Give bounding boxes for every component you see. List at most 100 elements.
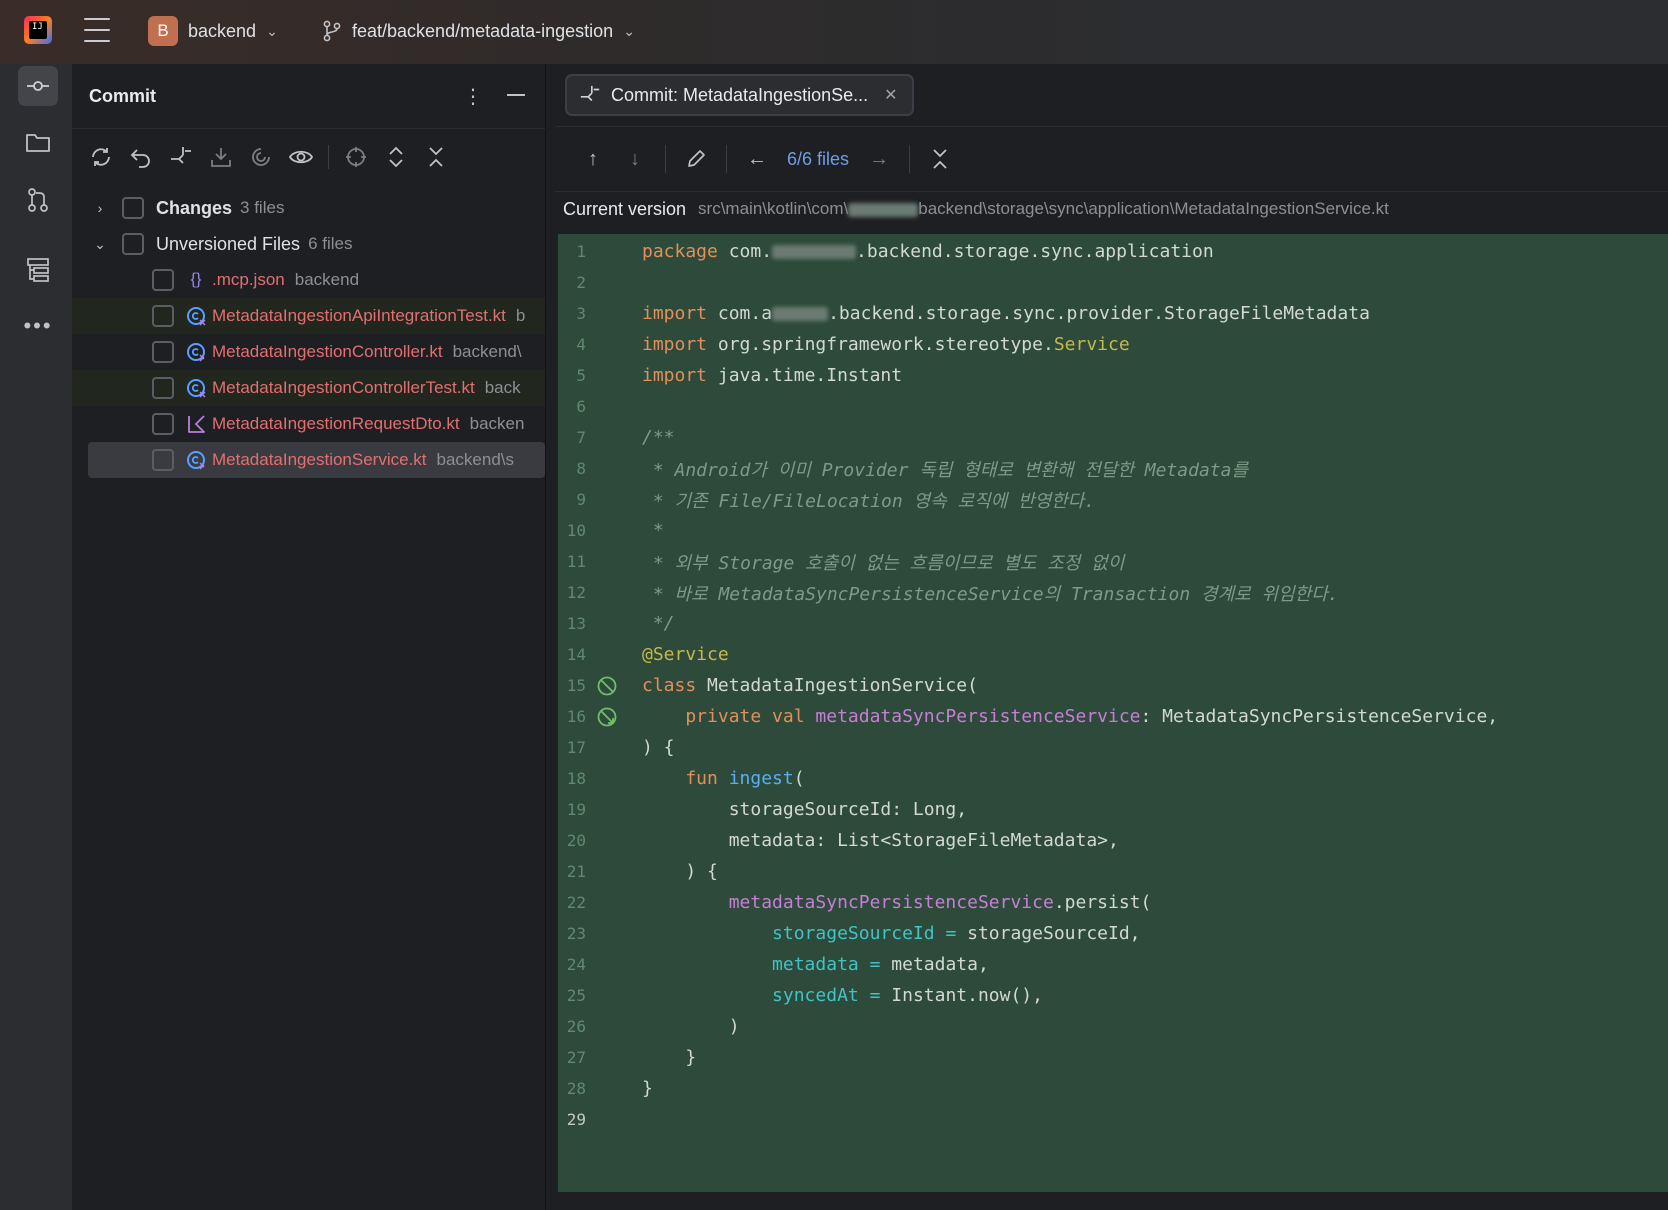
- branch-widget[interactable]: feat/backend/metadata-ingestion ⌄: [322, 20, 635, 42]
- group-label: Unversioned Files: [156, 233, 301, 254]
- options-menu-icon[interactable]: ⋮: [463, 84, 483, 109]
- previous-file-icon[interactable]: ←: [745, 147, 769, 171]
- file-checkbox[interactable]: [152, 269, 174, 291]
- git-branch-icon: [323, 20, 341, 42]
- chevron-down-icon: ⌄: [266, 22, 278, 39]
- file-checkbox[interactable]: [152, 341, 174, 363]
- toolbar-separator: [909, 145, 911, 173]
- more-icon[interactable]: •••: [18, 306, 58, 346]
- file-checkbox[interactable]: [152, 377, 174, 399]
- code-line: * 외부 Storage 호출이 없는 흐름이므로 별도 조정 없이: [642, 552, 1125, 574]
- minimize-icon[interactable]: [507, 94, 525, 96]
- file-name: .mcp.json: [212, 270, 285, 289]
- spring-bean-icon[interactable]: [596, 675, 618, 697]
- eye-icon[interactable]: [288, 144, 314, 170]
- commit-icon[interactable]: [18, 66, 58, 106]
- files-navigation[interactable]: 6/6 files: [787, 149, 849, 170]
- show-diff-icon[interactable]: [168, 144, 194, 170]
- code-line: * Android가 이미 Provider 독립 형태로 변환해 전달한 Me…: [642, 459, 1249, 481]
- branch-name: feat/backend/metadata-ingestion: [352, 20, 614, 41]
- main-menu-icon[interactable]: [84, 18, 110, 42]
- previous-difference-icon[interactable]: ↑: [581, 147, 605, 171]
- unversioned-group-checkbox[interactable]: [122, 233, 144, 255]
- group-count: 3 files: [240, 198, 285, 217]
- code-line: import org.springframework.stereotype.Se…: [642, 334, 1130, 355]
- toolbar-separator: [726, 145, 727, 173]
- locate-icon[interactable]: [343, 144, 369, 170]
- structure-icon[interactable]: [18, 250, 58, 290]
- file-name: MetadataIngestionControllerTest.kt: [212, 378, 475, 397]
- file-row[interactable]: MetadataIngestionController.kt backend\: [72, 334, 545, 370]
- file-row[interactable]: MetadataIngestionApiIntegrationTest.kt b: [72, 298, 545, 334]
- changes-group-checkbox[interactable]: [122, 197, 144, 219]
- version-path: src\main\kotlin\com\ backend\storage\sync…: [698, 199, 1389, 219]
- rollback-icon[interactable]: [128, 144, 154, 170]
- file-name: MetadataIngestionService.kt: [212, 450, 427, 469]
- commit-toolbar: [72, 128, 545, 184]
- tool-window-stripe: •••: [0, 64, 72, 1210]
- file-row[interactable]: MetadataIngestionControllerTest.kt back: [72, 370, 545, 406]
- file-checkbox[interactable]: [152, 413, 174, 435]
- file-path: backend: [294, 270, 360, 289]
- collapse-unchanged-icon[interactable]: [928, 147, 952, 171]
- file-path: b: [515, 306, 526, 325]
- file-row[interactable]: MetadataIngestionRequestDto.kt backen: [72, 406, 545, 442]
- edit-source-icon[interactable]: [684, 147, 708, 171]
- editor-tab-commit[interactable]: Commit: MetadataIngestionSe... ✕: [565, 74, 914, 116]
- redacted-text: [848, 202, 919, 217]
- title-bar: IJ B backend ⌄ feat/backend/metadata-ing…: [0, 0, 1668, 64]
- kotlin-class-icon: [186, 450, 206, 470]
- code-line: ) {: [642, 861, 718, 882]
- code-line: fun ingest(: [642, 768, 805, 789]
- line-number: 29: [558, 1104, 1668, 1135]
- file-checkbox[interactable]: [152, 305, 174, 327]
- line-number-text: 2: [576, 273, 586, 292]
- pull-requests-icon[interactable]: [18, 180, 58, 220]
- file-row[interactable]: {} .mcp.json backend: [72, 262, 545, 298]
- commit-panel-header: Commit ⋮: [72, 64, 545, 128]
- project-badge: B: [148, 16, 178, 46]
- close-icon[interactable]: ✕: [884, 85, 897, 105]
- file-row-selected[interactable]: MetadataIngestionService.kt backend\s: [88, 442, 545, 478]
- app-logo-text: IJ: [32, 22, 43, 32]
- collapse-all-icon[interactable]: [423, 144, 449, 170]
- changes-group[interactable]: › Changes 3 files: [72, 190, 545, 226]
- code-line: ): [642, 1016, 740, 1037]
- code-line: }: [642, 1047, 697, 1068]
- refresh-icon[interactable]: [88, 144, 114, 170]
- next-file-icon[interactable]: →: [867, 147, 891, 171]
- panel-title: Commit: [89, 85, 156, 106]
- expand-all-icon[interactable]: [383, 144, 409, 170]
- project-widget[interactable]: B backend ⌄: [148, 16, 278, 46]
- chevron-down-icon[interactable]: ⌄: [90, 236, 110, 253]
- version-bar: Current version src\main\kotlin\com\ back…: [555, 192, 1668, 226]
- kotlin-file-icon: [186, 414, 206, 434]
- code-line: class MetadataIngestionService(: [558, 670, 1668, 701]
- code-line: metadataSyncPersistenceService.persist(: [642, 892, 1152, 913]
- line-number-text: 29: [566, 1110, 586, 1129]
- file-checkbox[interactable]: [152, 449, 174, 471]
- toolbar-separator: [328, 144, 329, 169]
- group-count: 6 files: [308, 234, 353, 253]
- diff-icon: [580, 85, 600, 102]
- next-difference-icon[interactable]: ↓: [623, 147, 647, 171]
- version-path-tail: backend\storage\sync\application\Metadat…: [918, 199, 1389, 218]
- horizontal-scrollbar[interactable]: [558, 1192, 1668, 1210]
- shelve-icon[interactable]: [208, 144, 234, 170]
- kotlin-test-class-icon: [186, 306, 206, 326]
- app-logo-icon[interactable]: IJ: [24, 16, 52, 44]
- navigate-to-bean-icon[interactable]: [596, 706, 618, 728]
- code-line: /**: [642, 427, 675, 448]
- line-number-text: 6: [576, 397, 586, 416]
- unversioned-files-group[interactable]: ⌄ Unversioned Files 6 files: [72, 226, 545, 262]
- tab-label: Commit: MetadataIngestionSe...: [611, 84, 869, 105]
- version-label: Current version: [563, 198, 687, 219]
- code-line: import com.a .backend.storage.sync.provid…: [642, 303, 1370, 324]
- file-name: MetadataIngestionApiIntegrationTest.kt: [212, 306, 506, 325]
- chevron-right-icon[interactable]: ›: [90, 200, 110, 216]
- changes-tree: › Changes 3 files ⌄ Unversioned Files 6 …: [72, 184, 545, 478]
- group-by-icon[interactable]: [248, 144, 274, 170]
- code-editor[interactable]: 1 2 3 4 5 6 7 8 9 10 11 12 13 14 15 16 17 18 19 20 21 22 23 24 2…: [558, 234, 1668, 1192]
- folder-icon[interactable]: [18, 122, 58, 162]
- file-name: MetadataIngestionRequestDto.kt: [212, 414, 460, 433]
